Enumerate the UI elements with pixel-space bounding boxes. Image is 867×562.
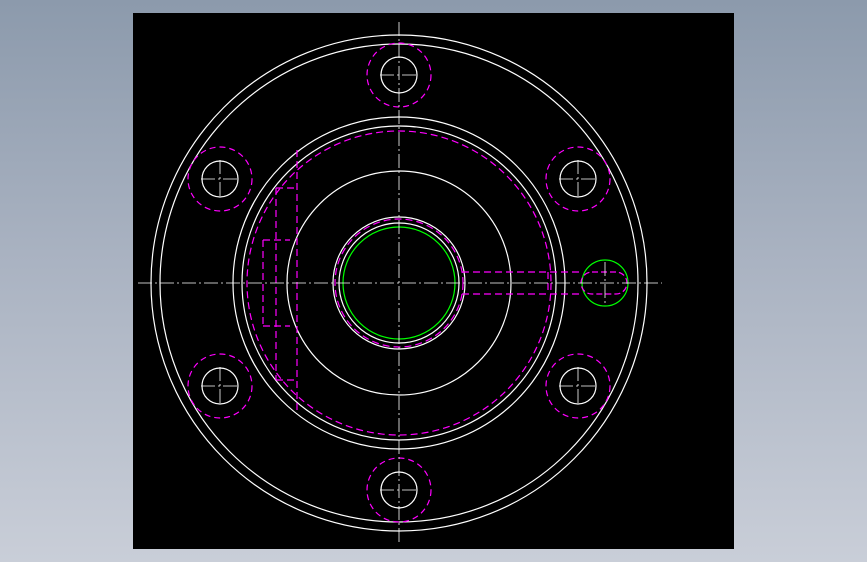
- flange-drawing: [138, 22, 662, 545]
- cad-viewer-background: { "viewer": { "background": "black", "ca…: [0, 0, 867, 562]
- drawing-viewport[interactable]: [133, 13, 734, 549]
- center-lines: [138, 22, 662, 545]
